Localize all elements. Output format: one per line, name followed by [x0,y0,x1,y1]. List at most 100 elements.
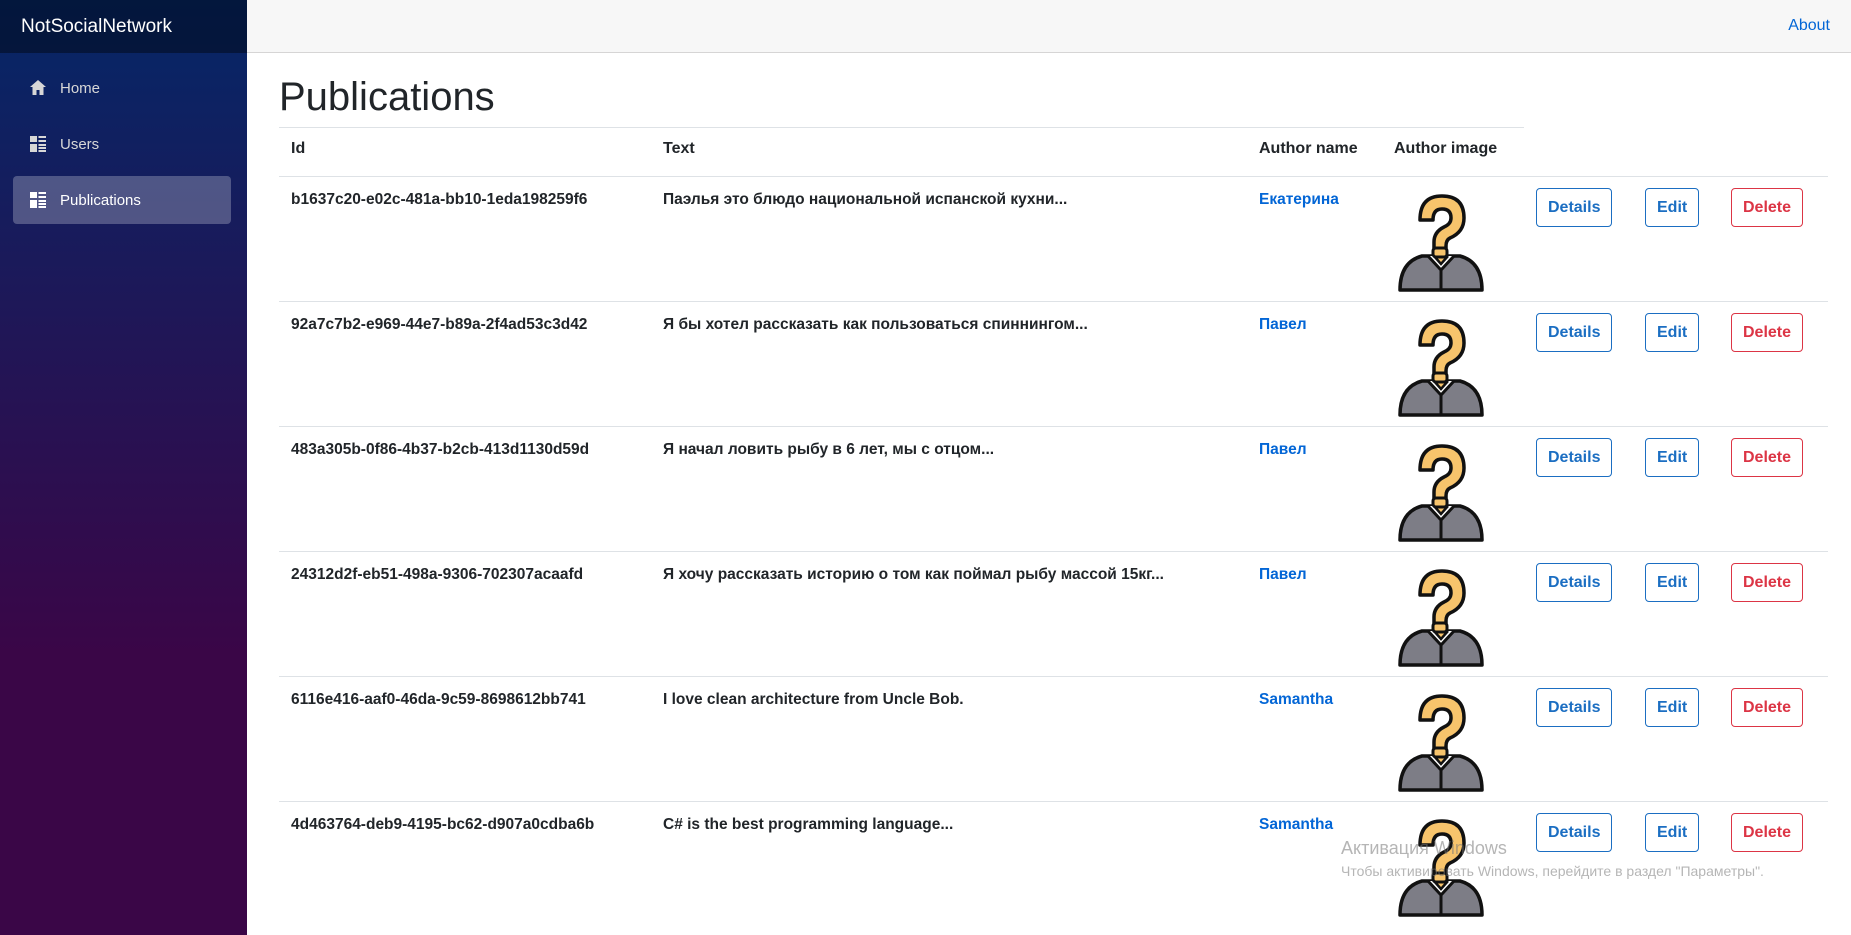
author-link[interactable]: Екатерина [1259,191,1339,208]
page-title: Publications [279,75,495,119]
home-icon [28,78,48,98]
publication-text: Я начал ловить рыбу в 6 лет, мы с отцом.… [651,426,1247,552]
publication-id: 4d463764-deb9-4195-bc62-d907a0cdba6b [279,801,651,927]
table-header-row: Id Text Author name Author image [279,127,1828,177]
publication-text: Я бы хотел рассказать как пользоваться с… [651,301,1247,427]
author-name-cell: Павел [1247,301,1382,427]
question-avatar-icon [1394,811,1512,917]
sidebar: NotSocialNetwork Home Users Publications [0,0,247,935]
edit-button[interactable]: Edit [1645,813,1700,852]
details-cell: Details [1524,176,1633,302]
header-actions [1524,128,1633,177]
nav-item-home[interactable]: Home [13,64,231,112]
delete-button[interactable]: Delete [1731,688,1804,727]
publication-id: 92a7c7b2-e969-44e7-b89a-2f4ad53c3d42 [279,301,651,427]
author-image-cell [1382,301,1524,427]
publication-id: 483a305b-0f86-4b37-b2cb-413d1130d59d [279,426,651,552]
author-link[interactable]: Павел [1259,441,1307,458]
brand-bar: NotSocialNetwork [0,0,247,53]
author-link[interactable]: Павел [1259,316,1307,333]
author-name-cell: Екатерина [1247,176,1382,302]
publication-id: b1637c20-e02c-481a-bb10-1eda198259f6 [279,176,651,302]
publication-text: Паэлья это блюдо национальной испанской … [651,176,1247,302]
delete-button[interactable]: Delete [1731,563,1804,602]
publication-text: I love clean architecture from Uncle Bob… [651,676,1247,802]
author-link[interactable]: Samantha [1259,691,1333,708]
header-author-name: Author name [1247,127,1382,177]
question-avatar-icon [1394,311,1512,417]
header-text: Text [651,127,1247,177]
publication-id: 24312d2f-eb51-498a-9306-702307acaafd [279,551,651,677]
table-body: b1637c20-e02c-481a-bb10-1eda198259f6 Паэл… [279,176,1828,927]
header-author-image: Author image [1382,127,1524,177]
edit-button[interactable]: Edit [1645,688,1700,727]
delete-cell: Delete [1719,676,1828,802]
delete-cell: Delete [1719,801,1828,927]
table-row: 483a305b-0f86-4b37-b2cb-413d1130d59d Я на… [279,426,1828,552]
delete-cell: Delete [1719,301,1828,427]
delete-button[interactable]: Delete [1731,188,1804,227]
table-row: b1637c20-e02c-481a-bb10-1eda198259f6 Паэл… [279,176,1828,302]
details-button[interactable]: Details [1536,188,1613,227]
details-cell: Details [1524,426,1633,552]
details-cell: Details [1524,676,1633,802]
details-cell: Details [1524,301,1633,427]
details-button[interactable]: Details [1536,313,1613,352]
delete-button[interactable]: Delete [1731,313,1804,352]
nav-label: Publications [60,191,141,209]
edit-cell: Edit [1633,551,1719,677]
author-image-cell [1382,426,1524,552]
header-id: Id [279,127,651,177]
details-button[interactable]: Details [1536,438,1613,477]
details-button[interactable]: Details [1536,688,1613,727]
publications-table: Id Text Author name Author image b1637c2… [279,127,1828,927]
delete-cell: Delete [1719,551,1828,677]
nav-menu: Home Users Publications [0,53,247,224]
question-avatar-icon [1394,186,1512,292]
top-bar: About [247,0,1851,53]
author-image-cell [1382,801,1524,927]
author-name-cell: Павел [1247,551,1382,677]
delete-cell: Delete [1719,176,1828,302]
brand-link[interactable]: NotSocialNetwork [21,16,172,38]
details-cell: Details [1524,551,1633,677]
author-image-cell [1382,551,1524,677]
delete-button[interactable]: Delete [1731,813,1804,852]
edit-button[interactable]: Edit [1645,563,1700,602]
edit-button[interactable]: Edit [1645,438,1700,477]
nav-label: Home [60,79,101,97]
table-row: 6116e416-aaf0-46da-9c59-8698612bb741 I lo… [279,676,1828,802]
table-row: 24312d2f-eb51-498a-9306-702307acaafd Я хо… [279,551,1828,677]
nav-item-users[interactable]: Users [13,120,231,168]
edit-cell: Edit [1633,801,1719,927]
edit-cell: Edit [1633,676,1719,802]
publication-id: 6116e416-aaf0-46da-9c59-8698612bb741 [279,676,651,802]
list-icon [28,134,48,154]
table-row: 4d463764-deb9-4195-bc62-d907a0cdba6b C# i… [279,801,1828,927]
edit-button[interactable]: Edit [1645,188,1700,227]
table-row: 92a7c7b2-e969-44e7-b89a-2f4ad53c3d42 Я бы… [279,301,1828,427]
details-button[interactable]: Details [1536,563,1613,602]
author-name-cell: Павел [1247,426,1382,552]
details-button[interactable]: Details [1536,813,1613,852]
main-content: Publications Id Text Author name Author … [279,53,1851,927]
author-name-cell: Samantha [1247,676,1382,802]
nav-label: Users [60,135,100,153]
author-link[interactable]: Samantha [1259,816,1333,833]
delete-button[interactable]: Delete [1731,438,1804,477]
edit-cell: Edit [1633,301,1719,427]
header-actions [1633,128,1719,177]
author-name-cell: Samantha [1247,801,1382,927]
question-avatar-icon [1394,686,1512,792]
author-link[interactable]: Павел [1259,566,1307,583]
author-image-cell [1382,176,1524,302]
publication-text: Я хочу рассказать историю о том как пойм… [651,551,1247,677]
edit-cell: Edit [1633,426,1719,552]
edit-button[interactable]: Edit [1645,313,1700,352]
question-avatar-icon [1394,436,1512,542]
publication-text: C# is the best programming language... [651,801,1247,927]
about-link[interactable]: About [1788,17,1830,35]
nav-item-publications[interactable]: Publications [13,176,231,224]
list-icon [28,190,48,210]
edit-cell: Edit [1633,176,1719,302]
